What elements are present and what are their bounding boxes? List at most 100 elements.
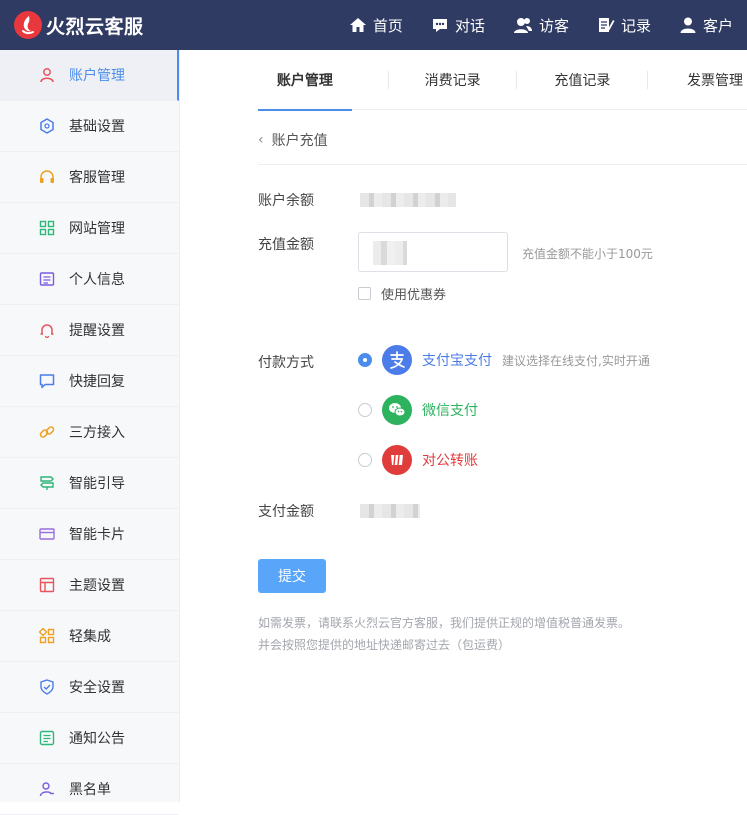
amount-hint: 充值金额不能小于100元 (522, 247, 653, 261)
hexagon-icon (38, 117, 56, 135)
chat-icon (432, 19, 447, 32)
tab-recharge-records[interactable]: 充值记录 (517, 50, 647, 110)
balance-value-masked (360, 193, 456, 207)
sidebar-item-reminder-settings[interactable]: 提醒设置 (0, 305, 179, 356)
sidebar-item-third-party[interactable]: 三方接入 (0, 407, 179, 458)
balance-label: 账户余额 (258, 193, 314, 209)
nav-record[interactable]: 记录 (583, 0, 665, 50)
sidebar-item-label: 智能引导 (69, 476, 125, 492)
sidebar-item-quick-reply[interactable]: 快捷回复 (0, 356, 179, 407)
flame-logo-icon (14, 11, 42, 39)
sidebar-item-security-settings[interactable]: 安全设置 (0, 662, 179, 713)
home-icon (349, 18, 366, 32)
pay-amount-label: 支付金额 (258, 504, 314, 520)
bank-transfer-radio[interactable] (358, 453, 372, 467)
profile-card-icon (38, 270, 56, 288)
nav-record-label: 记录 (620, 16, 651, 35)
sidebar-item-label: 网站管理 (69, 221, 125, 237)
nav-home[interactable]: 首页 (335, 0, 417, 50)
sidebar-item-label: 账户管理 (69, 68, 125, 84)
sidebar-item-label: 智能卡片 (69, 527, 125, 543)
pay-amount-value-masked (360, 504, 420, 518)
sidebar: 账户管理 基础设置 客服管理 网站管理 个人信息 提醒设置 快捷回复 三方接入 … (0, 50, 180, 815)
payment-option-wechat[interactable]: 微信支付 (358, 395, 478, 425)
visitors-icon (513, 18, 532, 33)
coupon-checkbox-row[interactable]: 使用优惠券 (358, 284, 446, 303)
sidebar-item-basic-settings[interactable]: 基础设置 (0, 101, 179, 152)
main-content: 账户管理 消费记录 充值记录 发票管理 ‹ 账户充值 账户余额 充值金额 充值金… (180, 50, 747, 802)
blocks-icon (38, 627, 56, 645)
grid-icon (38, 219, 56, 237)
nav-visitors-label: 访客 (538, 16, 569, 35)
sidebar-item-label: 轻集成 (69, 629, 111, 645)
alipay-name: 支付宝支付 (422, 353, 492, 369)
sidebar-item-site-management[interactable]: 网站管理 (0, 203, 179, 254)
sidebar-item-smart-card[interactable]: 智能卡片 (0, 509, 179, 560)
sidebar-item-account[interactable]: 账户管理 (0, 50, 179, 101)
top-bar: 火烈云客服 首页 对话 访客 记录 客户 (0, 0, 747, 50)
bell-icon (38, 321, 56, 339)
sidebar-item-theme-settings[interactable]: 主题设置 (0, 560, 179, 611)
sidebar-item-label: 通知公告 (69, 731, 125, 747)
layout-icon (38, 576, 56, 594)
alipay-radio[interactable] (358, 353, 372, 367)
notice-icon (38, 729, 56, 747)
coupon-label: 使用优惠券 (381, 288, 447, 303)
divider (258, 164, 747, 165)
blacklist-icon (38, 780, 56, 798)
wechat-icon (382, 395, 412, 425)
record-icon (598, 18, 615, 32)
sidebar-item-label: 客服管理 (69, 170, 125, 186)
shield-icon (38, 678, 56, 696)
wechat-name: 微信支付 (422, 403, 478, 419)
amount-value-masked (373, 241, 407, 265)
user-icon (38, 66, 56, 84)
sidebar-item-notices[interactable]: 通知公告 (0, 713, 179, 764)
alipay-note: 建议选择在线支付,实时开通 (502, 353, 650, 368)
sidebar-item-light-integration[interactable]: 轻集成 (0, 611, 179, 662)
tab-invoice-management[interactable]: 发票管理 (648, 50, 747, 110)
sidebar-item-label: 三方接入 (69, 425, 125, 441)
sidebar-item-label: 安全设置 (69, 680, 125, 696)
sidebar-item-label: 黑名单 (69, 782, 111, 798)
sidebar-item-label: 提醒设置 (69, 323, 125, 339)
breadcrumb-label: 账户充值 (271, 133, 328, 149)
invoice-notice-line1: 如需发票，请联系火烈云官方客服，我们提供正规的增值税普通发票。 (258, 616, 631, 630)
tab-bar: 账户管理 消费记录 充值记录 发票管理 (258, 50, 747, 111)
sidebar-item-label: 主题设置 (69, 578, 125, 594)
card-icon (38, 525, 56, 543)
nav-customer[interactable]: 客户 (665, 0, 747, 50)
submit-button[interactable]: 提交 (258, 559, 326, 593)
coupon-checkbox[interactable] (358, 287, 371, 300)
sidebar-item-personal-info[interactable]: 个人信息 (0, 254, 179, 305)
nav-chat[interactable]: 对话 (417, 0, 499, 50)
headset-icon (38, 168, 56, 186)
sidebar-item-smart-guide[interactable]: 智能引导 (0, 458, 179, 509)
nav-customer-label: 客户 (702, 16, 733, 35)
bank-transfer-icon (382, 445, 412, 475)
amount-input[interactable] (358, 232, 508, 272)
payment-option-bank-transfer[interactable]: 对公转账 (358, 445, 478, 475)
breadcrumb[interactable]: ‹ 账户充值 (258, 130, 328, 150)
tab-consumption-records[interactable]: 消费记录 (389, 50, 517, 110)
alipay-icon (382, 345, 412, 375)
wechat-radio[interactable] (358, 403, 372, 417)
top-nav: 首页 对话 访客 记录 客户 (335, 0, 747, 50)
payment-option-alipay[interactable]: 支付宝支付 建议选择在线支付,实时开通 (358, 345, 650, 375)
link-icon (38, 423, 56, 441)
nav-home-label: 首页 (372, 16, 403, 35)
nav-visitors[interactable]: 访客 (499, 0, 583, 50)
bank-transfer-name: 对公转账 (422, 453, 478, 469)
tab-account-management[interactable]: 账户管理 (258, 50, 352, 111)
signpost-icon (38, 474, 56, 492)
brand-logo[interactable]: 火烈云客服 (14, 11, 144, 39)
chevron-left-icon: ‹ (258, 132, 264, 148)
sidebar-item-service-management[interactable]: 客服管理 (0, 152, 179, 203)
message-icon (38, 372, 56, 390)
pay-method-label: 付款方式 (258, 355, 314, 371)
customer-icon (680, 17, 696, 33)
nav-chat-label: 对话 (454, 16, 485, 35)
sidebar-item-blacklist[interactable]: 黑名单 (0, 764, 179, 815)
sidebar-item-label: 快捷回复 (69, 374, 125, 390)
invoice-notice-line2: 并会按照您提供的地址快递邮寄过去（包运费） (258, 638, 511, 652)
